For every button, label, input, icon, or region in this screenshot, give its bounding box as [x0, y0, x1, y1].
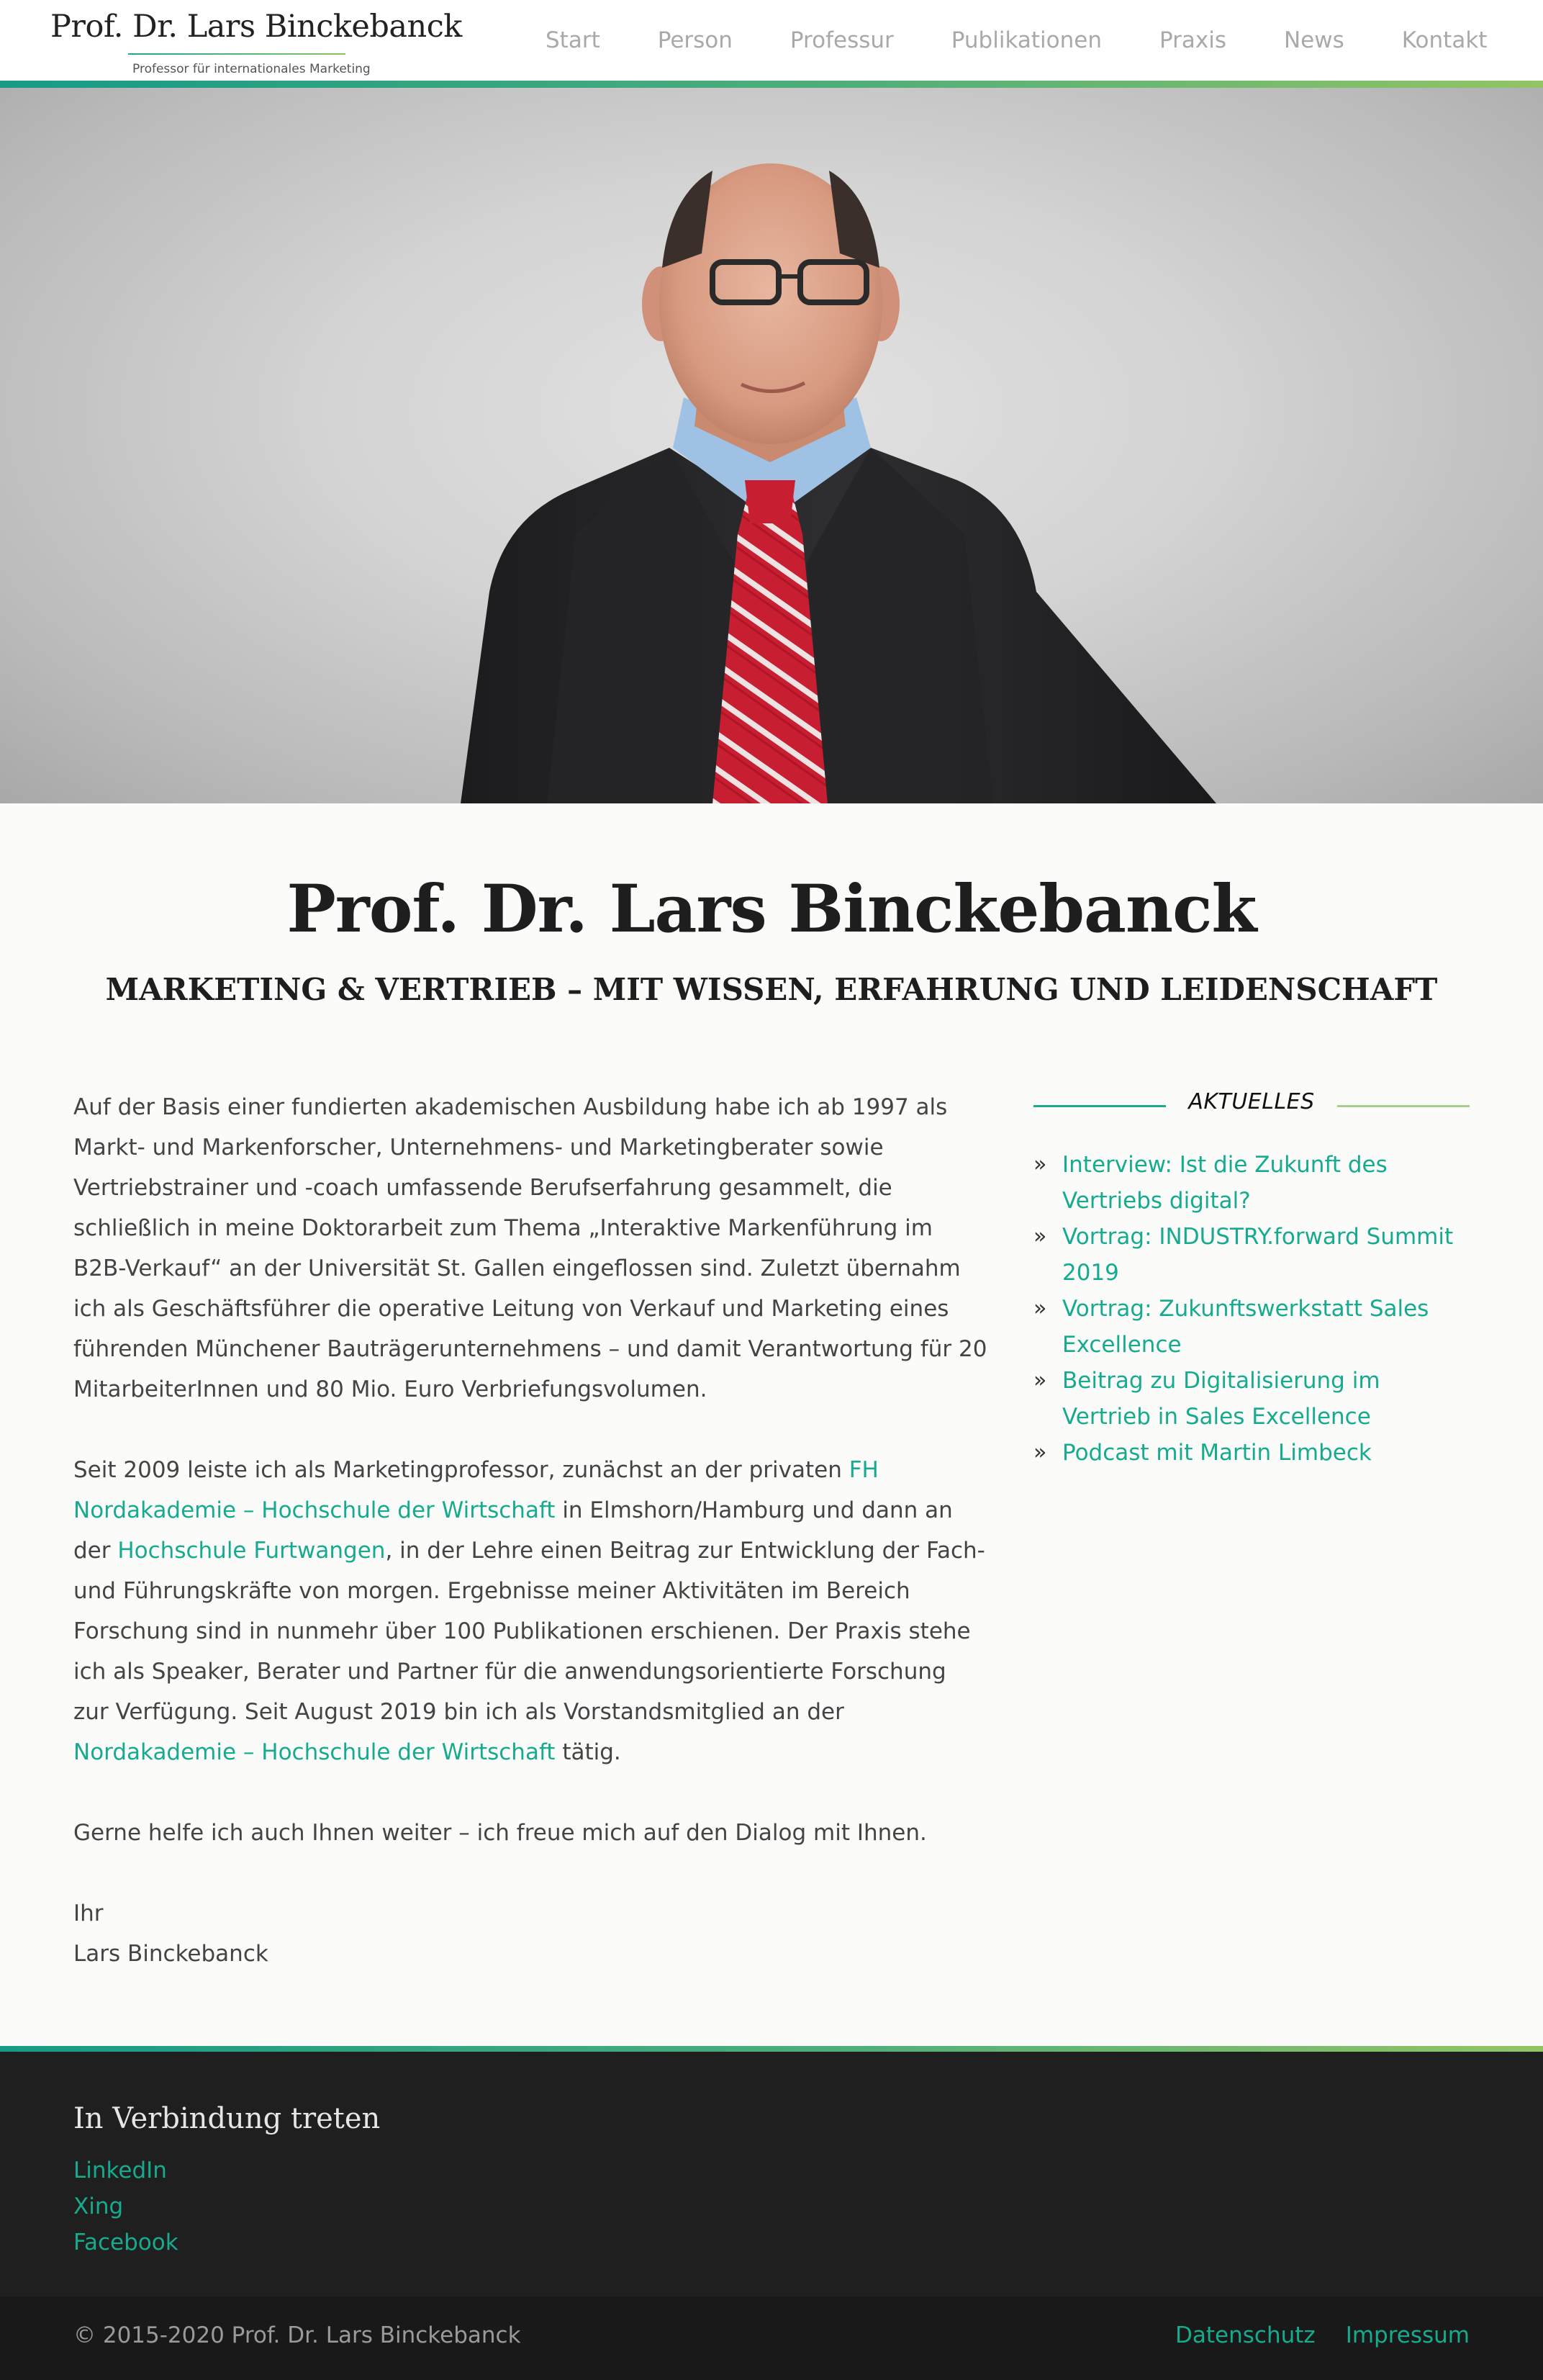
page-subtitle: MARKETING & VERTRIEB – MIT WISSEN, ERFAH… — [105, 972, 1438, 1007]
site-header: Prof. Dr. Lars Binckebanck Professor für… — [0, 0, 1543, 81]
facebook-link[interactable]: Facebook — [73, 2225, 178, 2260]
datenschutz-link[interactable]: Datenschutz — [1175, 2322, 1316, 2348]
news-item-label: Podcast mit Martin Limbeck — [1062, 1440, 1372, 1466]
copyright-text: © 2015-2020 Prof. Dr. Lars Binckebanck — [73, 2322, 521, 2348]
bullet-icon: » — [1033, 1440, 1047, 1465]
brand-name: Prof. Dr. Lars Binckebanck — [50, 9, 462, 45]
nav-item-publikationen[interactable]: Publikationen — [923, 27, 1131, 53]
news-item-podcast[interactable]: » Podcast mit Martin Limbeck — [1033, 1435, 1470, 1471]
bottom-bar: © 2015-2020 Prof. Dr. Lars Binckebanck D… — [0, 2296, 1543, 2380]
news-list: » Interview: Ist die Zukunft des Vertrieb… — [1033, 1147, 1470, 1471]
news-item-interview[interactable]: » Interview: Ist die Zukunft des Vertrieb… — [1033, 1147, 1470, 1219]
site-logo[interactable]: Prof. Dr. Lars Binckebanck Professor für… — [50, 9, 462, 76]
intro-paragraph-2: Seit 2009 leiste ich als Marketingprofes… — [73, 1450, 987, 1772]
news-item-label: Interview: Ist die Zukunft des Vertriebs… — [1062, 1152, 1388, 1214]
signature: Lars Binckebanck — [73, 1941, 268, 1967]
intro-paragraph-3: Gerne helfe ich auch Ihnen weiter – ich … — [73, 1820, 927, 1846]
bullet-icon: » — [1033, 1152, 1047, 1177]
heading-divider-right — [1337, 1105, 1470, 1107]
paragraph-text: Seit 2009 leiste ich als Marketingprofes… — [73, 1457, 849, 1483]
news-item-label: Vortrag: Zukunftswerkstatt Sales Excelle… — [1062, 1296, 1429, 1358]
bullet-icon: » — [1033, 1368, 1047, 1393]
news-item-industry-forward[interactable]: » Vortrag: INDUSTRY.forward Summit 2019 — [1033, 1219, 1470, 1291]
xing-link[interactable]: Xing — [73, 2189, 178, 2225]
main-navigation: Start Person Professur Publikationen Pra… — [517, 0, 1516, 81]
footer-heading: In Verbindung treten — [73, 2102, 381, 2135]
intro-paragraph-1: Auf der Basis einer fundierten akademisc… — [73, 1094, 987, 1402]
brand-underline — [128, 53, 345, 55]
nav-item-start[interactable]: Start — [517, 27, 629, 53]
sidebar-news: AKTUELLES » Interview: Ist die Zukunft de… — [1033, 1083, 1470, 1471]
paragraph-text: , in der Lehre einen Beitrag zur Entwick… — [73, 1538, 985, 1725]
footer-accent-bar — [0, 2046, 1543, 2052]
nav-item-professur[interactable]: Professur — [761, 27, 923, 53]
news-item-label: Vortrag: INDUSTRY.forward Summit 2019 — [1062, 1224, 1454, 1286]
news-item-label: Beitrag zu Digitalisierung im Vertrieb i… — [1062, 1368, 1380, 1430]
paragraph-text: tätig. — [555, 1739, 621, 1765]
bullet-icon: » — [1033, 1224, 1047, 1249]
nav-item-news[interactable]: News — [1255, 27, 1373, 53]
legal-links: Datenschutz Impressum — [1175, 2322, 1470, 2348]
brand-tagline: Professor für internationales Marketing — [132, 62, 371, 76]
bullet-icon: » — [1033, 1296, 1047, 1321]
portrait-illustration — [461, 163, 1216, 803]
nav-item-praxis[interactable]: Praxis — [1131, 27, 1255, 53]
sidebar-heading: AKTUELLES — [1033, 1083, 1470, 1127]
sidebar-title: AKTUELLES — [1188, 1089, 1315, 1114]
hero-portrait — [0, 88, 1543, 803]
link-nordakademie[interactable]: Nordakademie – Hochschule der Wirtschaft — [73, 1739, 555, 1765]
impressum-link[interactable]: Impressum — [1346, 2322, 1470, 2348]
page-title: Prof. Dr. Lars Binckebanck — [286, 871, 1257, 947]
main-content: Auf der Basis einer fundierten akademisc… — [73, 1087, 987, 1974]
closing-line: Ihr — [73, 1901, 104, 1926]
news-item-digitalisierung[interactable]: » Beitrag zu Digitalisierung im Vertrieb … — [1033, 1363, 1470, 1435]
site-footer: In Verbindung treten LinkedIn Xing Faceb… — [0, 2052, 1543, 2296]
link-hochschule-furtwangen[interactable]: Hochschule Furtwangen — [117, 1538, 385, 1564]
nav-item-kontakt[interactable]: Kontakt — [1373, 27, 1516, 53]
social-links: LinkedIn Xing Facebook — [73, 2153, 178, 2260]
nav-item-person[interactable]: Person — [629, 27, 761, 53]
linkedin-link[interactable]: LinkedIn — [73, 2153, 178, 2189]
news-item-zukunftswerkstatt[interactable]: » Vortrag: Zukunftswerkstatt Sales Excell… — [1033, 1291, 1470, 1363]
header-accent-bar — [0, 81, 1543, 88]
